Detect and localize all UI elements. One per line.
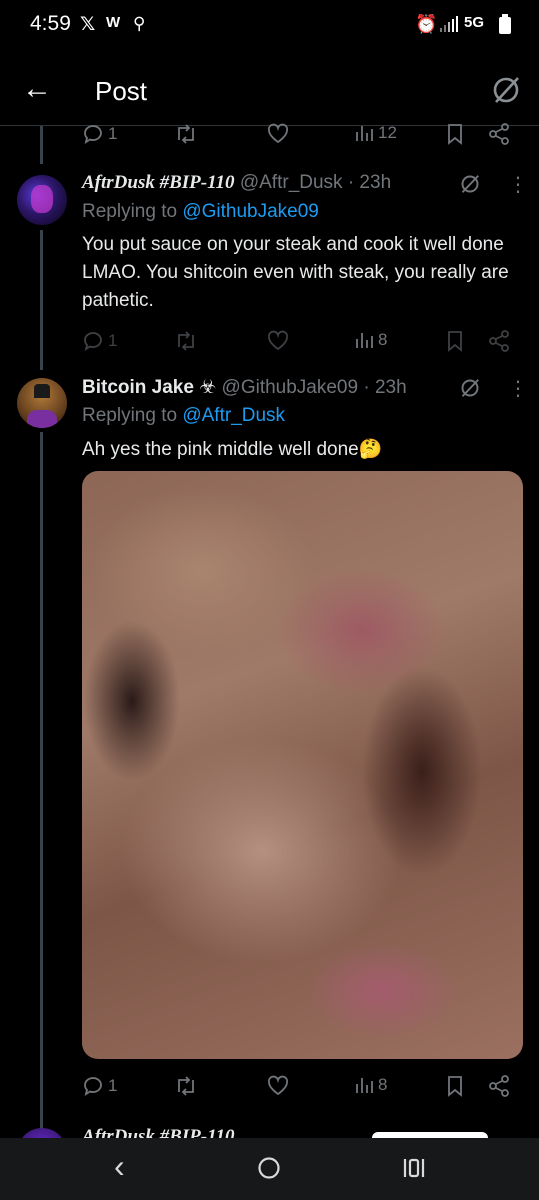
like-button[interactable] [266, 1075, 290, 1097]
battery-icon [499, 14, 511, 34]
tweet-actions: 1 8 [82, 1075, 522, 1099]
retweet-button[interactable] [174, 123, 198, 145]
replying-to: Replying to @Aftr_Dusk [82, 405, 285, 427]
like-button[interactable] [266, 123, 290, 145]
mention-link[interactable]: @GithubJake09 [182, 201, 319, 222]
share-button[interactable] [488, 330, 510, 352]
signal-icon [440, 16, 458, 32]
handle[interactable]: @GithubJake09 [222, 377, 359, 398]
bookmark-icon [448, 124, 462, 145]
home-nav-icon[interactable] [257, 1156, 281, 1180]
tweet-actions: 1 8 [82, 330, 522, 354]
heart-icon [267, 330, 289, 351]
reply-button[interactable]: 1 [82, 330, 117, 352]
retweet-icon [178, 1076, 194, 1096]
tweet-text: Ah yes the pink middle well done🤔 [82, 439, 383, 460]
heart-icon [267, 123, 289, 144]
reply-button[interactable]: 1 [82, 123, 117, 145]
tweet-text: You put sauce on your steak and cook it … [82, 234, 509, 311]
avatar[interactable] [17, 378, 67, 428]
recents-nav-icon[interactable] [402, 1157, 426, 1179]
views-icon [356, 333, 373, 348]
display-name[interactable]: Bitcoin Jake ☣ [82, 377, 216, 398]
more-options-icon[interactable]: ⋮ [508, 172, 528, 197]
page-title: Post [95, 76, 148, 106]
thread-line [40, 432, 43, 1132]
tweet-header: AftrDusk #BIP-110 @Aftr_Dusk · 23h [82, 172, 391, 194]
timestamp[interactable]: · 23h [363, 377, 406, 398]
views-button[interactable]: 12 [354, 123, 397, 143]
share-icon [489, 1075, 509, 1097]
network-type: 5G [464, 14, 485, 31]
tweet-header: Bitcoin Jake ☣ @GithubJake09 · 23h [82, 376, 407, 399]
views-count: 8 [378, 1075, 388, 1094]
replying-to: Replying to @GithubJake09 [82, 201, 319, 223]
wordmark-app-icon: W [106, 14, 121, 31]
bookmark-button[interactable] [446, 123, 464, 145]
retweet-icon [178, 331, 194, 351]
bookmark-icon [448, 1076, 462, 1097]
status-bar: 4:59 𝕏 W ⚲ ⏰ 5G [0, 0, 539, 52]
alarm-icon: ⏰ [415, 14, 438, 34]
bookmark-button[interactable] [446, 330, 464, 352]
share-button[interactable] [488, 123, 510, 145]
system-nav-bar: ‹ [0, 1138, 539, 1200]
reply-count: 1 [108, 124, 118, 143]
views-count: 8 [378, 330, 388, 349]
handle[interactable]: @Aftr_Dusk [240, 172, 343, 193]
share-button[interactable] [488, 1075, 510, 1097]
retweet-icon [178, 124, 194, 144]
heart-icon [267, 1075, 289, 1096]
like-button[interactable] [266, 330, 290, 352]
mention-link[interactable]: @Aftr_Dusk [182, 405, 285, 426]
views-button[interactable]: 8 [354, 1075, 387, 1095]
share-icon [489, 330, 509, 352]
steak-photo[interactable] [82, 471, 523, 1059]
comment-icon [84, 332, 102, 351]
more-options-icon[interactable]: ⋮ [508, 376, 528, 401]
status-time: 4:59 [30, 12, 71, 35]
search-notification-icon: ⚲ [133, 14, 146, 33]
share-icon [489, 123, 509, 145]
grok-icon[interactable] [490, 74, 522, 106]
thread-line [40, 230, 43, 370]
reply-count: 1 [108, 1076, 118, 1095]
back-nav-icon[interactable]: ‹ [114, 1148, 125, 1185]
thread-line [40, 126, 43, 164]
display-name[interactable]: AftrDusk #BIP-110 [82, 172, 235, 193]
grok-icon[interactable] [458, 376, 482, 400]
retweet-button[interactable] [174, 1075, 198, 1097]
views-icon [356, 1078, 373, 1093]
views-icon [356, 126, 373, 141]
reply-count: 1 [108, 331, 118, 350]
views-button[interactable]: 8 [354, 330, 387, 350]
bookmark-button[interactable] [446, 1075, 464, 1097]
x-app-icon: 𝕏 [80, 14, 96, 35]
timestamp[interactable]: · 23h [348, 172, 391, 193]
retweet-button[interactable] [174, 330, 198, 352]
comment-icon [84, 1077, 102, 1096]
comment-icon [84, 125, 102, 144]
reply-button[interactable]: 1 [82, 1075, 117, 1097]
replying-prefix: Replying to [82, 201, 178, 222]
post-header: ← Post [0, 60, 539, 124]
replying-prefix: Replying to [82, 405, 178, 426]
arrow-left-icon[interactable]: ← [22, 74, 52, 104]
grok-icon[interactable] [458, 172, 482, 196]
bookmark-icon [448, 331, 462, 352]
tweet-actions: 1 12 [82, 123, 522, 147]
avatar[interactable] [17, 175, 67, 225]
views-count: 12 [378, 123, 397, 142]
